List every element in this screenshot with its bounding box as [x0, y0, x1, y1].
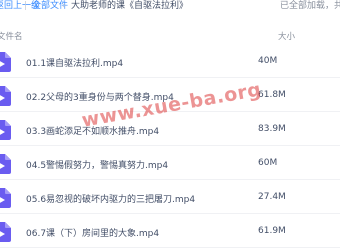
file-name[interactable]: 02.2父母的3重身份与两个替身.mp4	[26, 90, 174, 103]
file-name[interactable]: 01.1课自驱法拉利.mp4	[26, 56, 123, 69]
file-name[interactable]: 03.3画蛇添足不如顺水推舟.mp4	[26, 124, 159, 137]
file-size: 60M	[258, 158, 278, 168]
file-row[interactable]: 06.7课（下）房间里的大象.mp4 61.9M	[0, 216, 340, 248]
file-row[interactable]: 04.5警惕假努力，警惕真努力.mp4 60M	[0, 148, 340, 180]
video-file-icon	[0, 222, 11, 242]
file-name[interactable]: 05.6易忽视的破坏内驱力的三把屠刀.mp4	[26, 192, 195, 205]
file-name[interactable]: 06.7课（下）房间里的大象.mp4	[26, 226, 159, 239]
video-file-icon	[0, 52, 11, 72]
column-header: 文件名 大小	[0, 28, 340, 44]
file-size: 27.4M	[258, 192, 286, 202]
breadcrumb: 返回上一级 | 全部文件 › 大助老师的课《自驱法拉利》 已全部加载，共	[0, 0, 340, 16]
file-size: 61.9M	[258, 226, 286, 236]
file-size: 83.9M	[258, 124, 286, 134]
file-row[interactable]: 01.1课自驱法拉利.mp4 40M	[0, 46, 340, 78]
column-size-header[interactable]: 大小	[278, 30, 295, 42]
file-row[interactable]: 03.3画蛇添足不如顺水推舟.mp4 83.9M	[0, 114, 340, 146]
column-name-header[interactable]: 文件名	[0, 30, 23, 42]
file-row[interactable]: 02.2父母的3重身份与两个替身.mp4 61.8M	[0, 80, 340, 112]
file-name[interactable]: 04.5警惕假努力，警惕真努力.mp4	[26, 158, 168, 171]
current-folder: 大助老师的课《自驱法拉利》	[71, 1, 189, 11]
video-file-icon	[0, 120, 11, 140]
breadcrumb-separator: |	[24, 1, 28, 11]
file-size: 61.8M	[258, 90, 286, 100]
breadcrumb-chevron: ›	[62, 1, 66, 11]
file-size: 40M	[258, 56, 278, 66]
video-file-icon	[0, 86, 11, 106]
file-row[interactable]: 05.6易忽视的破坏内驱力的三把屠刀.mp4 27.4M	[0, 182, 340, 214]
video-file-icon	[0, 188, 11, 208]
video-file-icon	[0, 154, 11, 174]
load-status: 已全部加载，共	[280, 1, 340, 11]
